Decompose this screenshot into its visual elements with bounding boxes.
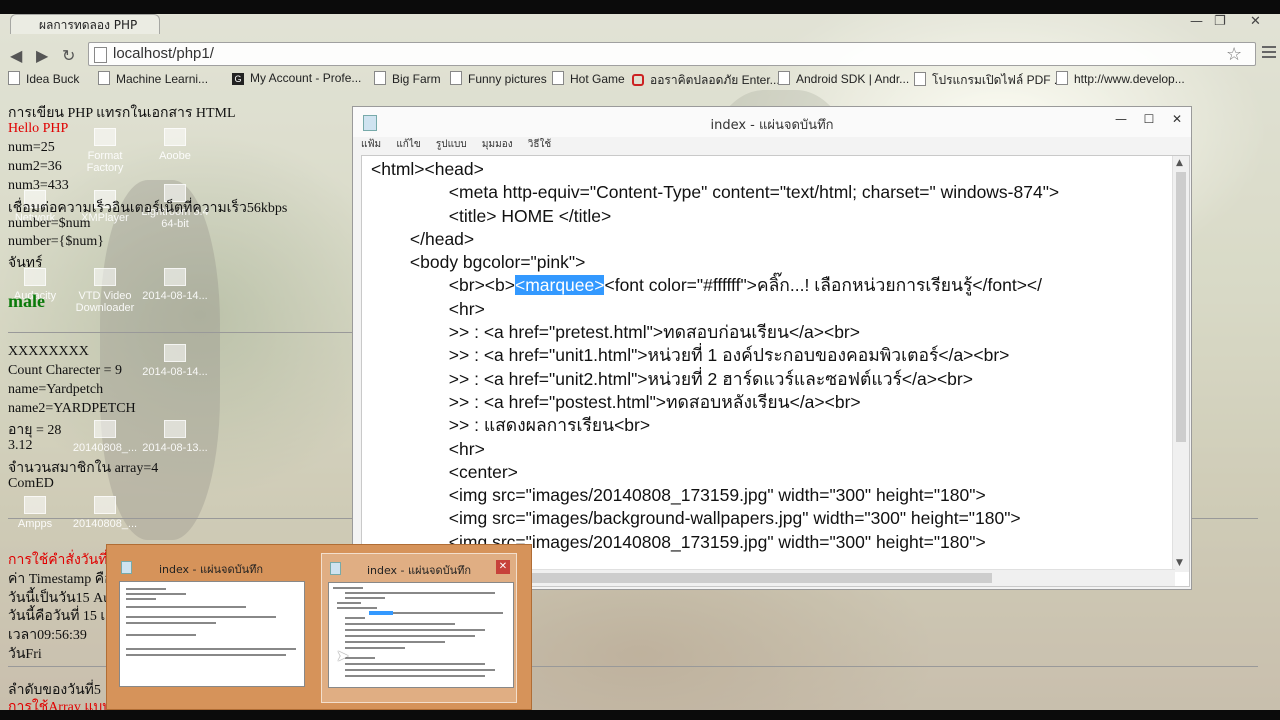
page-icon	[94, 47, 107, 63]
notepad-text-area[interactable]: <html><head> <meta http-equiv="Content-T…	[361, 155, 1190, 587]
screen-bottom-bar	[0, 710, 1280, 720]
page-line: จันทร์	[8, 256, 43, 271]
address-bar[interactable]: localhost/php1/	[88, 42, 1256, 66]
taskbar-preview-popup: index - แผ่นจดบันทึก index - แผ่นจดบันทึ…	[106, 544, 532, 710]
bookmark-item[interactable]: Big Farm	[374, 71, 441, 86]
bookmarks-bar: Idea Buck Machine Learni... G My Account …	[0, 68, 1280, 90]
gender-heading: male	[8, 291, 45, 311]
page-line: number={$num}	[8, 234, 104, 249]
notepad-title: index - แผ่นจดบันทึก	[710, 118, 834, 133]
page-line: num=25	[8, 140, 55, 155]
scroll-down-icon[interactable]: ▼	[1176, 558, 1183, 568]
notepad-titlebar[interactable]: index - แผ่นจดบันทึก — ☐ ✕	[353, 107, 1191, 137]
selected-text: <marquee>	[514, 275, 605, 296]
bookmark-star-icon[interactable]: ☆	[1226, 44, 1242, 65]
window-controls: — ☐ ✕	[1107, 107, 1191, 131]
page-icon	[778, 71, 790, 85]
browser-tab[interactable]: ผลการทดลอง PHP	[10, 14, 160, 34]
menu-format[interactable]: รูปแบบ	[436, 139, 467, 150]
bookmark-item[interactable]: Machine Learni...	[98, 71, 208, 86]
menu-help[interactable]: วิธีใช้	[528, 139, 551, 150]
thumbnail-preview	[119, 581, 305, 687]
page-icon	[914, 72, 926, 86]
page-line: num3=433	[8, 178, 69, 193]
forward-icon[interactable]: ▶	[36, 46, 48, 65]
page-line: number=$num	[8, 216, 91, 231]
maximize-icon[interactable]: ☐	[1135, 107, 1163, 131]
page-line: Count Charecter = 9	[8, 363, 123, 378]
page-icon	[98, 71, 110, 85]
address-url: localhost/php1/	[113, 45, 214, 62]
page-line: Hello PHP	[8, 121, 69, 136]
menu-edit[interactable]: แก้ไข	[396, 139, 420, 150]
maximize-icon[interactable]: ❐	[1214, 14, 1226, 29]
page-line: วันFri	[8, 647, 42, 662]
code-line: >> : <a href="unit1.html">หน่วยที่ 1 องค…	[371, 345, 1010, 366]
code-line: >> : <a href="postest.html">ทดสอบหลังเรี…	[371, 391, 861, 412]
page-icon	[552, 71, 564, 85]
code-line: >> : <a href="pretest.html">ทดสอบก่อนเรี…	[371, 322, 860, 343]
scroll-thumb[interactable]	[522, 573, 992, 583]
thumbnail-title: index - แผ่นจดบันทึก	[158, 563, 264, 576]
code-line: >> : แสดงผลการเรียน<br>	[371, 415, 651, 436]
code-line-rest: <font color="#ffffff">คลิ๊ก...! เลือกหน่…	[604, 275, 1042, 296]
code-line: <br><b>	[371, 275, 515, 296]
bookmark-item[interactable]: โปรแกรมเปิดไฟล์ PDF ...	[914, 71, 1064, 90]
thumbnail-preview	[328, 582, 514, 688]
code-line: <body bgcolor="pink">	[371, 252, 586, 273]
vertical-scrollbar[interactable]: ▲ ▼	[1172, 156, 1189, 572]
horizontal-rule	[8, 332, 352, 333]
close-icon[interactable]: ✕	[496, 560, 510, 574]
page-line: ComED	[8, 476, 54, 491]
code-line: <img src="images/background-wallpapers.j…	[371, 508, 1021, 529]
scroll-thumb[interactable]	[1176, 172, 1186, 442]
google-icon: G	[232, 73, 244, 85]
code-line: <hr>	[371, 298, 485, 319]
minimize-icon[interactable]: —	[1107, 107, 1135, 131]
page-icon	[450, 71, 462, 85]
back-icon[interactable]: ◀	[10, 46, 22, 65]
menu-view[interactable]: มุมมอง	[482, 139, 513, 150]
shield-icon	[632, 74, 644, 86]
code-line: <center>	[371, 461, 518, 482]
menu-icon[interactable]	[1262, 46, 1276, 61]
close-icon[interactable]: ✕	[1250, 14, 1261, 29]
reload-icon[interactable]: ↻	[62, 46, 75, 65]
code-line: >> : <a href="unit2.html">หน่วยที่ 2 ฮาร…	[371, 368, 973, 389]
mouse-cursor-icon: ➤	[336, 646, 350, 665]
bookmark-item[interactable]: Funny pictures	[450, 71, 547, 86]
code-line: <title> HOME </title>	[371, 205, 612, 226]
bookmark-item[interactable]: Android SDK | Andr...	[778, 71, 909, 86]
scroll-up-icon[interactable]: ▲	[1176, 158, 1183, 168]
screen-top-bar	[0, 0, 1280, 14]
page-line: name=Yardpetch	[8, 382, 104, 397]
notepad-menubar: แฟ้ม แก้ไข รูปแบบ มุมมอง วิธีใช้	[361, 137, 563, 155]
page-line: name2=YARDPETCH	[8, 401, 136, 416]
page-line: XXXXXXXX	[8, 344, 89, 359]
bookmark-item[interactable]: G My Account - Profe...	[232, 71, 361, 85]
code-line: </head>	[371, 228, 475, 249]
code-line: <img src="images/20140808_173159.jpg" wi…	[371, 485, 986, 506]
close-icon[interactable]: ✕	[1163, 107, 1191, 131]
bookmark-item[interactable]: Idea Buck	[8, 71, 79, 86]
page-line: 3.12	[8, 438, 33, 453]
code-line: <html><head>	[371, 159, 484, 179]
page-icon	[374, 71, 386, 85]
window-thumbnail[interactable]: index - แผ่นจดบันทึก	[113, 553, 309, 703]
thumbnail-title: index - แผ่นจดบันทึก	[366, 564, 472, 577]
bookmark-item[interactable]: Hot Game	[552, 71, 625, 86]
minimize-icon[interactable]: —	[1190, 14, 1203, 29]
notepad-window[interactable]: index - แผ่นจดบันทึก — ☐ ✕ แฟ้ม แก้ไข รูปแ…	[352, 106, 1192, 590]
code-line: <meta http-equiv="Content-Type" content=…	[371, 182, 1060, 203]
tab-title: ผลการทดลอง PHP	[39, 18, 138, 32]
bookmark-item[interactable]: http://www.develop...	[1056, 71, 1185, 86]
code-text: <html><head> <meta http-equiv="Content-T…	[371, 158, 1059, 554]
window-thumbnail-active[interactable]: index - แผ่นจดบันทึก ✕	[321, 553, 517, 703]
page-line: num2=36	[8, 159, 62, 174]
bookmark-item[interactable]: ออราคิตปลอดภัย Enter...	[632, 71, 780, 90]
menu-file[interactable]: แฟ้ม	[361, 139, 381, 150]
code-line: <hr>	[371, 438, 485, 459]
page-icon	[8, 71, 20, 85]
page-icon	[1056, 71, 1068, 85]
